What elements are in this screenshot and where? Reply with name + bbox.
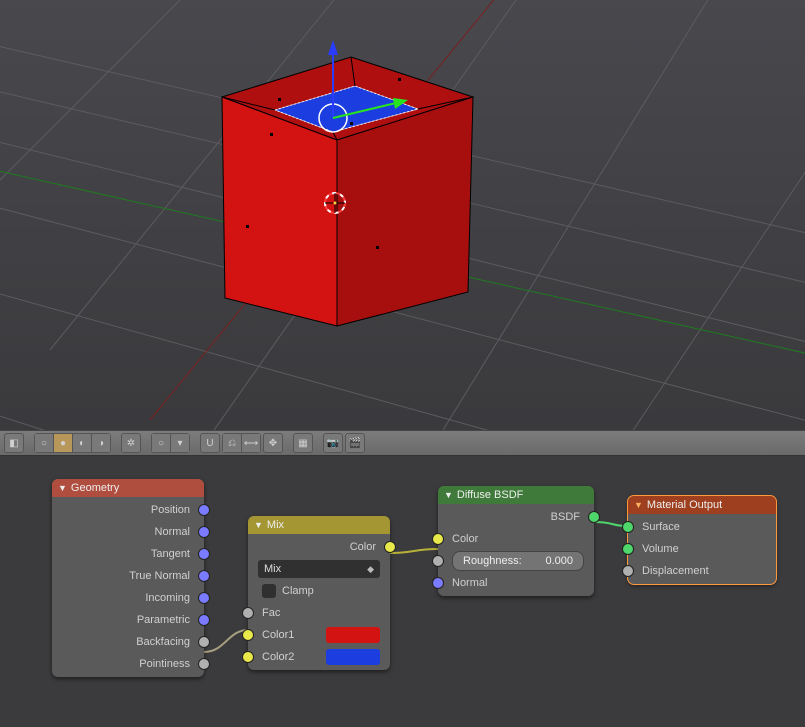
socket-color-in[interactable] <box>432 533 444 545</box>
color1-swatch[interactable] <box>326 627 380 643</box>
node-title: Geometry <box>71 482 119 494</box>
socket-fac[interactable] <box>242 607 254 619</box>
opengl-render-image-button[interactable]: 📷 <box>323 433 343 453</box>
node-header[interactable]: ▼ Diffuse BSDF <box>438 486 594 504</box>
socket-label: Fac <box>262 607 280 619</box>
socket-label: Parametric <box>137 614 190 626</box>
cursor-3d[interactable] <box>325 193 345 213</box>
socket-volume[interactable] <box>622 543 634 555</box>
socket-label: Position <box>151 504 190 516</box>
collapse-icon[interactable]: ▼ <box>254 520 263 530</box>
socket-label: Color <box>350 541 376 553</box>
roughness-label: Roughness: <box>463 555 522 567</box>
socket-bsdf[interactable] <box>588 511 600 523</box>
node-editor[interactable]: ▼ Geometry Position Normal Tangent True … <box>0 456 805 727</box>
dropdown-value: Mix <box>264 563 281 575</box>
clamp-checkbox[interactable] <box>262 584 276 598</box>
manipulator-mode-button[interactable]: ▾ <box>170 433 190 453</box>
node-header[interactable]: ▼ Mix <box>248 516 390 534</box>
snap-magnet-icon[interactable]: U <box>200 433 220 453</box>
node-title: Material Output <box>647 499 722 511</box>
socket-surface[interactable] <box>622 521 634 533</box>
blend-mode-dropdown[interactable]: Mix ◆ <box>258 560 380 578</box>
socket-label: BSDF <box>551 511 580 523</box>
node-mix[interactable]: ▼ Mix Color Mix ◆ Clamp Fac Color1 <box>248 516 390 670</box>
node-header[interactable]: ▼ Material Output <box>628 496 776 514</box>
cube-object[interactable] <box>222 40 473 326</box>
socket-normal[interactable] <box>198 526 210 538</box>
socket-parametric[interactable] <box>198 614 210 626</box>
shading-wireframe-button[interactable]: ○ <box>34 433 53 453</box>
color2-swatch[interactable] <box>326 649 380 665</box>
roughness-value: 0.000 <box>545 555 573 567</box>
socket-true-normal[interactable] <box>198 570 210 582</box>
node-diffuse-bsdf[interactable]: ▼ Diffuse BSDF BSDF Color Roughness: 0.0… <box>438 486 594 596</box>
snap-type-button[interactable]: ⎌ <box>222 433 241 453</box>
roughness-field[interactable]: Roughness: 0.000 <box>452 551 584 571</box>
socket-label: Backfacing <box>136 636 190 648</box>
socket-roughness[interactable] <box>432 555 444 567</box>
viewport-scene <box>0 0 805 430</box>
shading-texture-button[interactable]: ◐ <box>72 433 91 453</box>
socket-label: Normal <box>155 526 190 538</box>
socket-color1[interactable] <box>242 629 254 641</box>
snap-target-button[interactable]: ⟷ <box>241 433 261 453</box>
socket-pointiness[interactable] <box>198 658 210 670</box>
collapse-icon[interactable]: ▼ <box>58 483 67 493</box>
socket-label: Color <box>452 533 478 545</box>
socket-label: Pointiness <box>139 658 190 670</box>
caret-icon: ◆ <box>367 564 374 575</box>
socket-color-out[interactable] <box>384 541 396 553</box>
socket-label: True Normal <box>129 570 190 582</box>
proportional-edit-button[interactable]: ✥ <box>263 433 283 453</box>
node-title: Diffuse BSDF <box>457 489 523 501</box>
socket-label: Normal <box>452 577 487 589</box>
node-title: Mix <box>267 519 284 531</box>
clamp-label: Clamp <box>282 585 314 597</box>
socket-label: Tangent <box>151 548 190 560</box>
collapse-icon[interactable]: ▼ <box>444 490 453 500</box>
socket-tangent[interactable] <box>198 548 210 560</box>
layers-button[interactable]: ▦ <box>293 433 313 453</box>
viewport-3d[interactable] <box>0 0 805 430</box>
collapse-icon[interactable]: ▼ <box>634 500 643 510</box>
node-header[interactable]: ▼ Geometry <box>52 479 204 497</box>
editor-type-button[interactable]: ◧ <box>4 433 24 453</box>
manipulator-toggle-button[interactable]: ○ <box>151 433 170 453</box>
socket-label: Displacement <box>642 565 709 577</box>
node-material-output[interactable]: ▼ Material Output Surface Volume Displac… <box>628 496 776 584</box>
socket-label: Color1 <box>262 629 294 641</box>
socket-color2[interactable] <box>242 651 254 663</box>
socket-normal-in[interactable] <box>432 577 444 589</box>
socket-label: Surface <box>642 521 680 533</box>
socket-displacement[interactable] <box>622 565 634 577</box>
socket-position[interactable] <box>198 504 210 516</box>
node-geometry[interactable]: ▼ Geometry Position Normal Tangent True … <box>52 479 204 677</box>
socket-incoming[interactable] <box>198 592 210 604</box>
socket-label: Incoming <box>145 592 190 604</box>
opengl-render-animation-button[interactable]: 🎬 <box>345 433 365 453</box>
viewport-toolbar: ◧ ○ ● ◐ ◑ ✲ ○ ▾ U ⎌ ⟷ ✥ ▦ 📷 🎬 <box>0 430 805 456</box>
pivot-bounding-box-icon[interactable]: ✲ <box>121 433 141 453</box>
socket-label: Volume <box>642 543 679 555</box>
socket-label: Color2 <box>262 651 294 663</box>
socket-backfacing[interactable] <box>198 636 210 648</box>
shading-material-button[interactable]: ◑ <box>91 433 111 453</box>
shading-solid-button[interactable]: ● <box>53 433 72 453</box>
